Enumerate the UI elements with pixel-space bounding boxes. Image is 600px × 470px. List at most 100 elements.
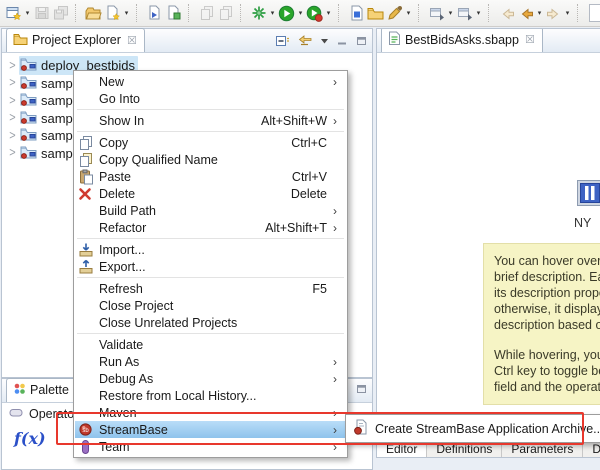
debug-icon[interactable] xyxy=(249,4,268,23)
project-folder-icon xyxy=(20,110,37,127)
toolbar-separator xyxy=(338,4,344,22)
menu-item-restore-from-local-history[interactable]: Restore from Local History... xyxy=(75,387,346,404)
stream-label: NY xyxy=(574,216,591,230)
back-icon-disabled[interactable] xyxy=(497,4,516,23)
dropdown-chevron-icon[interactable]: ▾ xyxy=(446,9,455,17)
eventflow-canvas[interactable]: NY You can hover over ebrief description… xyxy=(377,53,600,440)
dropdown-chevron-icon[interactable]: ▾ xyxy=(122,9,131,17)
menu-item-label: Paste xyxy=(99,170,292,184)
toolbar-items: ▾ ▾ ▾ ▾ ▾ ▾ ▾ ▾ ▾ ▾ ▾ xyxy=(4,4,600,23)
menu-item-copy[interactable]: CopyCtrl+C xyxy=(75,134,346,151)
menu-item-validate[interactable]: Validate xyxy=(75,336,346,353)
project-folder-icon xyxy=(20,127,37,144)
dropdown-chevron-icon[interactable]: ▾ xyxy=(23,9,32,17)
menu-item-delete[interactable]: DeleteDelete xyxy=(75,185,346,202)
menu-item-label: Debug As xyxy=(99,372,327,386)
menu-item-label: Copy xyxy=(99,136,291,150)
toolbar-separator xyxy=(577,4,583,22)
menu-item-refactor[interactable]: RefactorAlt+Shift+T› xyxy=(75,219,346,236)
toolbar-separator xyxy=(488,4,494,22)
tab-bestbidsasks[interactable]: BestBidsAsks.sbapp ☒ xyxy=(381,28,543,52)
menu-item-new[interactable]: New› xyxy=(75,73,346,90)
zoom-combo[interactable]: ▾ xyxy=(589,4,600,22)
expand-arrow-icon[interactable]: > xyxy=(6,94,19,108)
menu-item-shortcut: F5 xyxy=(312,282,333,296)
open-folder-icon[interactable] xyxy=(366,4,385,23)
copy-icon xyxy=(75,135,99,151)
menu-item-paste[interactable]: PasteCtrl+V xyxy=(75,168,346,185)
new-project-icon[interactable] xyxy=(103,4,122,23)
menu-item-shortcut: Ctrl+V xyxy=(292,170,333,184)
editor-tab-label: BestBidsAsks.sbapp xyxy=(405,33,519,47)
menu-item-debug-as[interactable]: Debug As› xyxy=(75,370,346,387)
minimize-icon[interactable] xyxy=(337,36,348,46)
paint-icon[interactable] xyxy=(385,4,404,23)
project-folder-icon xyxy=(20,75,37,92)
del-icon xyxy=(75,187,99,201)
expand-arrow-icon[interactable]: > xyxy=(6,129,19,143)
new-interface-icon[interactable] xyxy=(164,4,183,23)
close-icon[interactable]: ☒ xyxy=(525,33,535,46)
link-with-editor-icon[interactable] xyxy=(297,34,312,47)
annotation-highlight-box xyxy=(56,412,584,445)
view-menu-icon[interactable] xyxy=(320,36,329,45)
menu-item-import[interactable]: Import... xyxy=(75,241,346,258)
dropdown-chevron-icon[interactable]: ▾ xyxy=(268,9,277,17)
menu-item-build-path[interactable]: Build Path › xyxy=(75,202,346,219)
close-icon[interactable]: ☒ xyxy=(127,34,137,47)
menu-item-refresh[interactable]: RefreshF5 xyxy=(75,280,346,297)
streambase-studio-window: { "colors": { "menu_highlight_top": "#b9… xyxy=(0,0,600,456)
menu-item-run-as[interactable]: Run As› xyxy=(75,353,346,370)
input-stream-icon[interactable] xyxy=(577,180,600,209)
forward-icon[interactable] xyxy=(544,4,563,23)
menu-item-shortcut: Alt+Shift+T xyxy=(265,221,333,235)
expand-arrow-icon[interactable]: > xyxy=(6,146,19,160)
menu-item-copy-qualified-name[interactable]: Copy Qualified Name xyxy=(75,151,346,168)
new-eventflow-icon[interactable] xyxy=(145,4,164,23)
expand-arrow-icon[interactable]: > xyxy=(6,59,19,73)
dropdown-chevron-icon[interactable]: ▾ xyxy=(535,9,544,17)
submenu-arrow-icon: › xyxy=(333,204,346,218)
menu-item-shortcut: Ctrl+C xyxy=(291,136,333,150)
run-history-icon[interactable] xyxy=(427,4,446,23)
dropdown-chevron-icon[interactable]: ▾ xyxy=(296,9,305,17)
menu-item-label: Build Path xyxy=(99,204,327,218)
tab-project-explorer[interactable]: Project Explorer ☒ xyxy=(6,28,145,52)
new-wizard-icon[interactable] xyxy=(4,4,23,23)
menu-item-export[interactable]: Export... xyxy=(75,258,346,275)
run-trace-icon[interactable] xyxy=(305,4,324,23)
typecheck-icon[interactable] xyxy=(347,4,366,23)
maximize-icon[interactable] xyxy=(356,36,367,46)
toolbar-separator xyxy=(240,4,246,22)
operators-group-icon xyxy=(9,406,24,422)
menu-item-close-project[interactable]: Close Project xyxy=(75,297,346,314)
collapse-all-icon[interactable] xyxy=(275,34,289,47)
paste-icon xyxy=(75,169,99,185)
dropdown-chevron-icon[interactable]: ▾ xyxy=(474,9,483,17)
project-explorer-icon xyxy=(13,32,28,48)
open-streambase-icon[interactable] xyxy=(84,4,103,23)
bottom-tab-dynamic-v[interactable]: Dynamic V xyxy=(583,441,600,457)
dropdown-chevron-icon[interactable]: ▾ xyxy=(563,9,572,17)
dropdown-chevron-icon[interactable]: ▾ xyxy=(404,9,413,17)
dropdown-chevron-icon[interactable]: ▾ xyxy=(324,9,333,17)
menu-item-show-in[interactable]: Show InAlt+Shift+W› xyxy=(75,112,346,129)
menu-item-label: Show In xyxy=(99,114,261,128)
copyq-icon xyxy=(75,152,99,168)
debug-history-icon[interactable] xyxy=(455,4,474,23)
menu-item-close-unrelated-projects[interactable]: Close Unrelated Projects xyxy=(75,314,346,331)
note-paragraph-gap xyxy=(494,333,600,347)
expand-arrow-icon[interactable]: > xyxy=(6,111,19,125)
maximize-icon[interactable] xyxy=(356,384,367,394)
menu-item-label: Close Unrelated Projects xyxy=(99,316,327,330)
back-icon[interactable] xyxy=(516,4,535,23)
editor-panel: BestBidsAsks.sbapp ☒ NY You can hover ov… xyxy=(376,28,600,458)
palette-tab-label: Palette xyxy=(30,383,69,397)
menu-item-go-into[interactable]: Go Into xyxy=(75,90,346,107)
menu-item-label: New xyxy=(99,75,327,89)
run-icon[interactable] xyxy=(277,4,296,23)
note-line: otherwise, it displays xyxy=(494,301,600,317)
toolbar-separator xyxy=(188,4,194,22)
expand-arrow-icon[interactable]: > xyxy=(6,76,19,90)
menu-item-label: Restore from Local History... xyxy=(99,389,327,403)
